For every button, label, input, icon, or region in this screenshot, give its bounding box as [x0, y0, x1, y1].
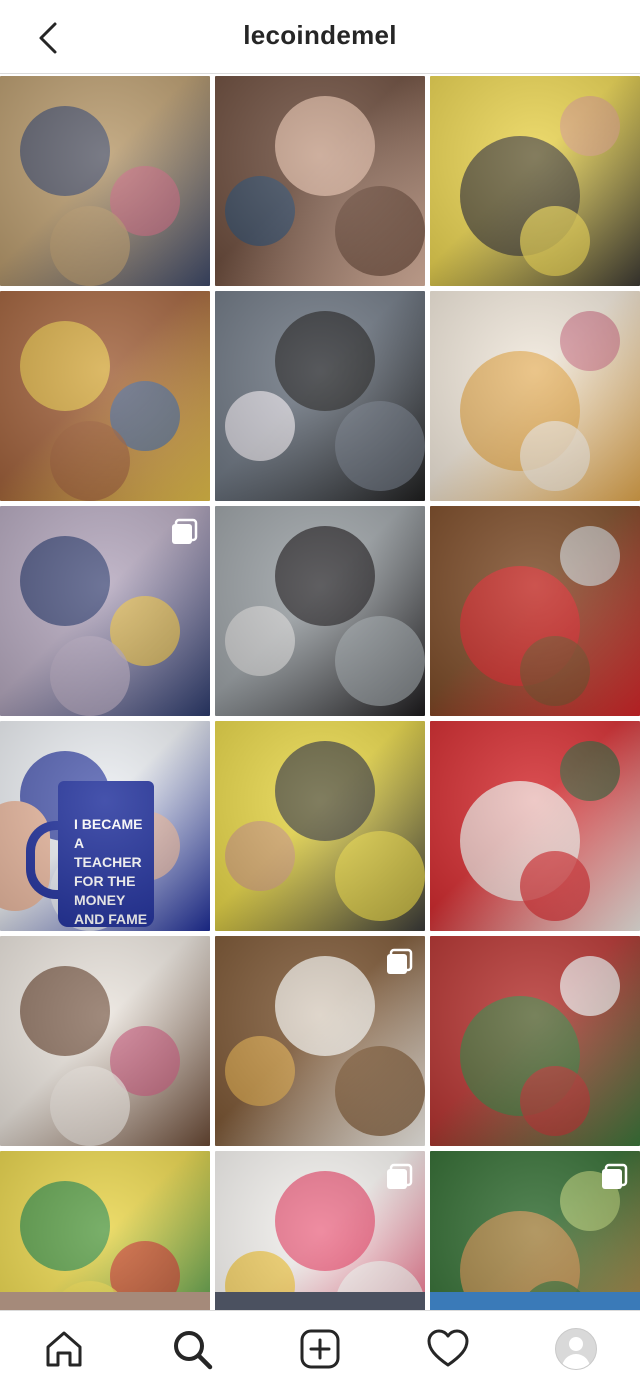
photo-shading [0, 936, 210, 1146]
top-bar: lecoindemel [0, 0, 640, 74]
partial-photo-tile[interactable] [0, 1292, 210, 1312]
photo-kids-christmas-pajamas[interactable] [430, 936, 640, 1146]
photo-kids-gingerbread-house[interactable] [0, 936, 210, 1146]
home-icon [46, 1331, 82, 1367]
photo-shading [430, 76, 640, 286]
photo-shading [0, 291, 210, 501]
photo-pancake-breakfast-spread[interactable] [430, 291, 640, 501]
photo-shading [0, 76, 210, 286]
photo-red-screw-organizer[interactable] [430, 506, 640, 716]
photo-blue-teacher-mug[interactable]: I BECAMEA TEACHERFOR THEMONEYAND FAME [0, 721, 210, 931]
photo-pasta-dish-wooden-table[interactable] [215, 936, 425, 1146]
avatar-head [569, 1337, 583, 1351]
avatar-body [562, 1354, 590, 1369]
carousel-icon [387, 1163, 413, 1189]
photo-selfie-with-kids[interactable] [215, 76, 425, 286]
avatar-icon [555, 1328, 597, 1370]
photo-shading [215, 76, 425, 286]
profile-username: lecoindemel [243, 20, 397, 50]
carousel-icon [387, 948, 413, 974]
bottom-tab-bar [0, 1310, 640, 1386]
photo-woman-yellow-cardigan-car[interactable] [430, 76, 640, 286]
plus-square-icon [300, 1329, 340, 1369]
photo-woman-yellow-cardigan-tshirt[interactable] [215, 721, 425, 931]
search-tab[interactable] [168, 1325, 216, 1373]
photo-shading [215, 506, 425, 716]
partial-photo-tile[interactable] [430, 1292, 640, 1312]
photo-shading [430, 721, 640, 931]
photo-boy-holding-drawing[interactable] [215, 291, 425, 501]
search-icon [174, 1331, 213, 1370]
photo-shading [215, 721, 425, 931]
profile-tab[interactable] [552, 1325, 600, 1373]
photo-kids-with-gifts-brick-wall[interactable] [0, 291, 210, 501]
photo-kids-playing-living-room[interactable] [0, 76, 210, 286]
carousel-icon [602, 1163, 628, 1189]
photo-shading [430, 936, 640, 1146]
photo-grid: I BECAMEA TEACHERFOR THEMONEYAND FAME [0, 76, 640, 1361]
new-post-tab[interactable] [296, 1325, 344, 1373]
photo-shading [215, 291, 425, 501]
photo-family-santa-hats[interactable] [430, 721, 640, 931]
carousel-icon [172, 518, 198, 544]
partial-photo-tile[interactable] [215, 1292, 425, 1312]
photo-black-cat-on-cushion[interactable] [215, 506, 425, 716]
photo-shading [430, 291, 640, 501]
activity-tab[interactable] [424, 1325, 472, 1373]
home-tab[interactable] [40, 1325, 88, 1373]
photo-shading [0, 721, 210, 931]
heart-icon [427, 1329, 469, 1367]
photo-kids-on-bed[interactable] [0, 506, 210, 716]
partial-photo-row [0, 1292, 640, 1312]
photo-shading [430, 506, 640, 716]
